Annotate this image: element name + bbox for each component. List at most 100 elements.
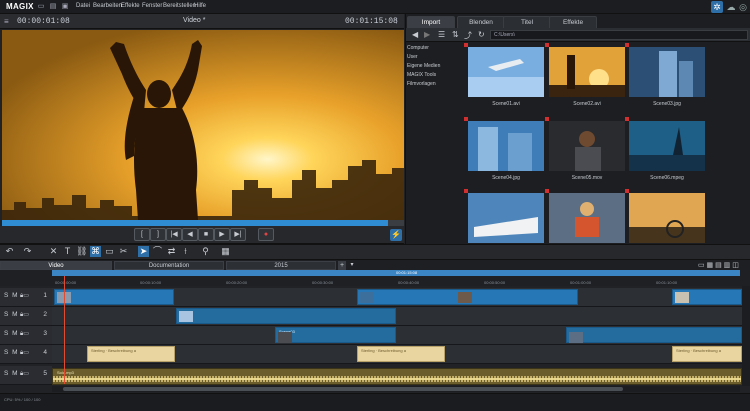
title-clip[interactable]: Sterling · Beschreibung a xyxy=(672,346,742,362)
zoom-icon[interactable]: ⚲ xyxy=(200,246,211,257)
thumb-scene08[interactable] xyxy=(549,193,625,243)
open-file-icon[interactable]: ▤ xyxy=(49,2,57,11)
tree-item-computer[interactable]: Computer xyxy=(407,45,429,51)
undo-icon[interactable]: ↶ xyxy=(4,246,15,257)
lock-icon[interactable]: 🔒︎▭ xyxy=(20,370,29,378)
stretch-icon[interactable]: ⇄ xyxy=(166,246,177,257)
marker-tool-icon[interactable]: ▭ xyxy=(104,246,115,257)
audio-clip[interactable]: Solo.mp3 xyxy=(52,368,742,385)
thumb-scene02[interactable] xyxy=(549,47,625,97)
track-header-1[interactable]: S M 🔒︎▭ 1 xyxy=(0,288,52,307)
lock-icon[interactable]: 🔒︎▭ xyxy=(20,330,29,338)
video-preview[interactable] xyxy=(2,30,404,220)
lock-icon[interactable]: 🔒︎▭ xyxy=(20,349,29,357)
range-icon[interactable]: ⌒ xyxy=(152,246,163,257)
menu-effekte[interactable]: Effekte xyxy=(121,3,140,9)
tab-effekte[interactable]: Effekte xyxy=(549,16,597,28)
list-view-icon[interactable]: ☰ xyxy=(438,30,445,39)
tree-item-filmvorlagen[interactable]: Filmvorlagen xyxy=(407,81,436,87)
title-clip[interactable]: Sterling · Beschreibung a xyxy=(357,346,445,362)
scrollbar-thumb[interactable] xyxy=(63,387,623,391)
track-lane-2[interactable] xyxy=(52,307,742,326)
timeline-mode-icon[interactable]: ▭ ▦ ▤ ▥ ◫ xyxy=(698,261,739,269)
thumb-scene06[interactable] xyxy=(629,121,705,171)
video-clip[interactable] xyxy=(672,289,742,305)
redo-icon[interactable]: ↷ xyxy=(22,246,33,257)
title-clip[interactable]: Sterling · Beschreibung a xyxy=(87,346,175,362)
add-tab-icon[interactable]: + xyxy=(338,261,346,270)
menu-hilfe[interactable]: Hilfe xyxy=(194,3,206,9)
tab-titel[interactable]: Titel xyxy=(503,16,551,28)
storyboard-icon[interactable]: ▦ xyxy=(220,246,231,257)
mark-out-button[interactable]: ] xyxy=(150,228,166,241)
go-to-end-button[interactable]: ▶| xyxy=(230,228,246,241)
save-icon[interactable]: ▣ xyxy=(61,2,69,11)
track-header-5[interactable]: S M 🔒︎▭ 5 xyxy=(0,366,52,385)
play-button[interactable]: ▶ xyxy=(214,228,230,241)
thumb-scene01[interactable] xyxy=(468,47,544,97)
tab-blenden[interactable]: Blenden xyxy=(457,16,505,28)
fullscreen-icon[interactable]: ⚡ xyxy=(390,229,402,241)
video-clip[interactable]: Scene03 xyxy=(275,327,396,343)
vertical-scrollbar[interactable] xyxy=(742,286,750,386)
menu-bar: MAGIX ▭ ▤ ▣ Datei Bearbeiten Effekte Fen… xyxy=(0,0,750,14)
menu-bearbeiten[interactable]: Bearbeiten xyxy=(93,3,122,9)
menu-bereitstellen[interactable]: Bereitstellen xyxy=(163,3,196,9)
cut-icon[interactable]: ✂ xyxy=(118,246,129,257)
track-number: 5 xyxy=(43,370,47,377)
project-tab-video[interactable]: Video xyxy=(0,261,112,270)
new-file-icon[interactable]: ▭ xyxy=(37,2,45,11)
track-header-4[interactable]: S M 🔒︎▭ 4 xyxy=(0,345,52,364)
go-to-start-button[interactable]: |◀ xyxy=(166,228,182,241)
tab-menu-icon[interactable]: ▾ xyxy=(348,261,356,270)
lock-icon[interactable]: 🔒︎▭ xyxy=(20,292,29,300)
video-clip[interactable] xyxy=(357,289,578,305)
thumb-scene03[interactable] xyxy=(629,47,705,97)
delete-icon[interactable]: ✕ xyxy=(48,246,59,257)
settings-icon[interactable]: ✲ xyxy=(711,1,723,13)
marker-icon xyxy=(464,189,468,193)
menu-fenster[interactable]: Fenster xyxy=(142,3,162,9)
thumb-scene04[interactable] xyxy=(468,121,544,171)
track-header-3[interactable]: S M 🔒︎▭ 3 xyxy=(0,326,52,345)
tree-item-magix-tools[interactable]: MAGIX Tools xyxy=(407,72,436,78)
refresh-icon[interactable]: ↻ xyxy=(478,30,485,39)
sort-icon[interactable]: ⇅ xyxy=(452,30,459,39)
thumb-scene05[interactable] xyxy=(549,121,625,171)
track-header-2[interactable]: S M 🔒︎▭ 2 xyxy=(0,307,52,326)
tab-import[interactable]: Import xyxy=(407,16,455,28)
tree-item-user[interactable]: User xyxy=(407,54,418,60)
step-back-button[interactable]: ◀ xyxy=(182,228,198,241)
unlink-icon[interactable]: ⛓ xyxy=(76,246,87,257)
thumb-scene07[interactable] xyxy=(468,193,544,243)
forward-icon[interactable]: ▶ xyxy=(424,30,430,39)
cloud-icon[interactable]: ☁ xyxy=(725,1,737,13)
split-icon[interactable]: ⟊ xyxy=(180,246,191,257)
stop-button[interactable]: ■ xyxy=(198,228,214,241)
marker-icon xyxy=(545,117,549,121)
hamburger-icon[interactable]: ≡ xyxy=(4,17,9,26)
video-clip[interactable] xyxy=(54,289,174,305)
playhead[interactable] xyxy=(64,276,65,384)
thumb-scene09[interactable] xyxy=(629,193,705,243)
back-icon[interactable]: ◀ xyxy=(412,30,418,39)
text-icon[interactable]: T xyxy=(62,246,73,257)
menu-dots-icon[interactable]: ⋮ xyxy=(393,17,400,25)
record-button[interactable]: ● xyxy=(258,228,274,241)
mark-in-button[interactable]: [ xyxy=(134,228,150,241)
video-clip[interactable] xyxy=(176,308,396,324)
folder-up-icon[interactable]: ⤴ xyxy=(464,30,472,41)
path-field[interactable]: C:\Users\ xyxy=(490,30,748,40)
total-timecode: 00:01:15:08 xyxy=(345,17,398,26)
video-clip[interactable] xyxy=(566,327,742,343)
lock-icon[interactable]: 🔒︎▭ xyxy=(20,311,29,319)
project-tab-2015[interactable]: 2015 xyxy=(226,261,336,270)
title-clip-text: Sterling · Beschreibung a xyxy=(676,348,721,353)
menu-datei[interactable]: Datei xyxy=(76,3,90,9)
audio-waveform xyxy=(53,376,741,382)
link-icon[interactable]: ⌘ xyxy=(90,246,101,257)
pointer-icon[interactable]: ➤ xyxy=(138,246,149,257)
tree-item-eigene-medien[interactable]: Eigene Medien xyxy=(407,63,440,69)
project-tab-documentation[interactable]: Documentation xyxy=(114,261,224,270)
help-icon[interactable]: ◎ xyxy=(737,1,749,13)
